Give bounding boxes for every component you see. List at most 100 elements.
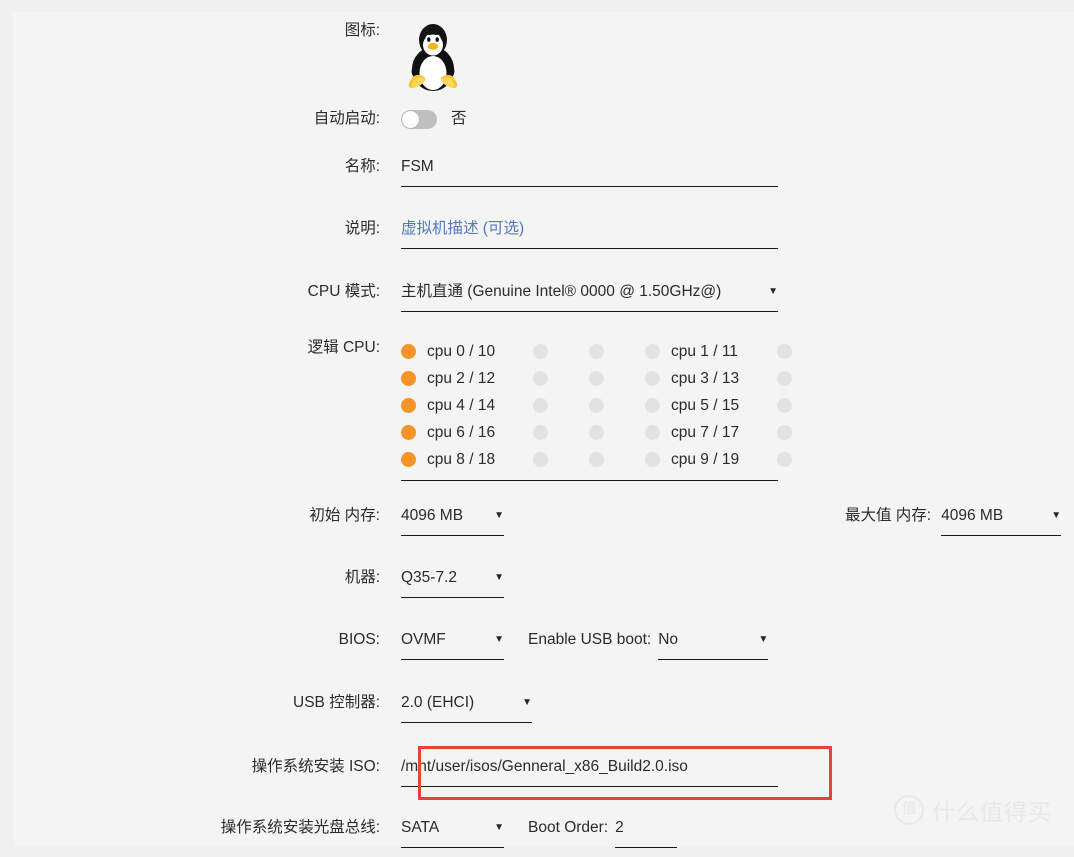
cpu-toggle-dot-icon[interactable] (777, 452, 792, 467)
logical-cpu-cell-0-b[interactable] (533, 344, 589, 359)
boot-order-field: Boot Order: 2 (528, 818, 678, 848)
cpu-toggle-dot-icon[interactable] (589, 425, 604, 440)
cpu-label: cpu 1 / 11 (671, 342, 738, 360)
cpu-toggle-dot-icon[interactable] (589, 371, 604, 386)
cpu-toggle-dot-icon[interactable] (533, 371, 548, 386)
logical-cpu-cell-0-c[interactable] (589, 344, 645, 359)
bios-select[interactable]: OVMF ▼ (401, 630, 504, 660)
cpu-label: cpu 5 / 15 (671, 396, 740, 414)
form-row-max-memory: 最大值 内存: 4096 MB ▼ (845, 506, 1062, 536)
machine-select[interactable]: Q35-7.2 ▼ (401, 568, 504, 598)
cpu-label: cpu 8 / 18 (427, 450, 496, 468)
icon-label: 图标: (344, 22, 380, 39)
max-memory-field: 4096 MB ▼ (931, 506, 1062, 536)
cpu-toggle-dot-icon[interactable] (645, 452, 660, 467)
autostart-label: 自动启动: (313, 110, 380, 127)
logical-cpu-row: cpu 4 / 14 cpu 5 / 15 (401, 392, 792, 419)
cpu-toggle-dot-icon[interactable] (401, 371, 416, 386)
description-label: 说明: (344, 220, 380, 237)
os-install-bus-value: SATA (401, 819, 440, 836)
watermark-badge-icon: 值 (894, 795, 924, 825)
logical-cpu-cell-0-d[interactable]: cpu 1 / 11 (645, 343, 777, 361)
max-memory-label: 最大值 内存: (845, 507, 932, 524)
boot-order-input[interactable]: 2 (615, 818, 678, 848)
cpu-toggle-dot-icon[interactable] (589, 452, 604, 467)
logical-cpu-cell-4-d[interactable]: cpu 9 / 19 (645, 451, 777, 469)
cpu-toggle-dot-icon[interactable] (533, 398, 548, 413)
cpu-toggle-dot-icon[interactable] (645, 425, 660, 440)
usb-controller-select[interactable]: 2.0 (EHCI) ▼ (401, 693, 532, 723)
logical-cpu-cell-4-b[interactable] (533, 452, 589, 467)
usb-controller-value: 2.0 (EHCI) (401, 694, 475, 711)
cpu-toggle-dot-icon[interactable] (645, 344, 660, 359)
initial-memory-select[interactable]: 4096 MB ▼ (401, 506, 504, 536)
cpu-label: cpu 3 / 13 (671, 369, 740, 387)
bios-field: OVMF ▼ Enable USB boot: No ▼ (390, 630, 769, 660)
icon-field[interactable] (390, 21, 465, 93)
logical-cpu-cell-4-c[interactable] (589, 452, 645, 467)
tux-linux-penguin-icon[interactable] (401, 21, 465, 93)
logical-cpu-cell-2-d[interactable]: cpu 5 / 15 (645, 397, 777, 415)
cpu-toggle-dot-icon[interactable] (589, 398, 604, 413)
cpu-toggle-dot-icon[interactable] (533, 452, 548, 467)
cpu-toggle-dot-icon[interactable] (533, 425, 548, 440)
logical-cpu-cell-1-c[interactable] (589, 371, 645, 386)
boot-order-value: 2 (615, 819, 624, 836)
name-label: 名称: (344, 158, 380, 175)
os-install-bus-select[interactable]: SATA ▼ (401, 818, 504, 848)
watermark-text: 什么值得买 (932, 799, 1052, 825)
chevron-down-icon: ▼ (522, 697, 532, 708)
max-memory-value: 4096 MB (941, 507, 1004, 524)
name-input[interactable]: FSM (401, 157, 778, 187)
logical-cpu-cell-1-a[interactable]: cpu 2 / 12 (401, 370, 533, 388)
logical-cpu-cell-1-b[interactable] (533, 371, 589, 386)
max-memory-select[interactable]: 4096 MB ▼ (941, 506, 1062, 536)
logical-cpu-cell-3-c[interactable] (589, 425, 645, 440)
cpu-toggle-dot-icon[interactable] (401, 452, 416, 467)
form-row-os-install-bus: 操作系统安装光盘总线: SATA ▼ Boot Order: 2 (13, 818, 678, 848)
logical-cpu-cell-1-d[interactable]: cpu 3 / 13 (645, 370, 777, 388)
machine-field: Q35-7.2 ▼ (390, 568, 504, 598)
logical-cpu-cell-0-e[interactable] (777, 344, 833, 359)
cpu-toggle-dot-icon[interactable] (401, 344, 416, 359)
cpu-label: cpu 7 / 17 (671, 423, 740, 441)
logical-cpu-grid: cpu 0 / 10 cpu 1 / 11 cpu 2 / 12 cpu 3 / 13… (401, 338, 792, 481)
cpu-toggle-dot-icon[interactable] (777, 398, 792, 413)
logical-cpu-cell-4-e[interactable] (777, 452, 833, 467)
autostart-toggle[interactable] (401, 110, 437, 129)
description-placeholder: 虚拟机描述 (可选) (401, 220, 525, 237)
cpu-toggle-dot-icon[interactable] (777, 425, 792, 440)
cpu-toggle-dot-icon[interactable] (777, 344, 792, 359)
cpu-toggle-dot-icon[interactable] (645, 371, 660, 386)
logical-cpu-cell-2-c[interactable] (589, 398, 645, 413)
cpu-toggle-dot-icon[interactable] (589, 344, 604, 359)
cpu-toggle-dot-icon[interactable] (533, 344, 548, 359)
description-input[interactable]: 虚拟机描述 (可选) (401, 219, 778, 249)
os-install-iso-value: /mnt/user/isos/Genneral_x86_Build2.0.iso (401, 758, 688, 775)
form-row-os-install-iso: 操作系统安装 ISO: /mnt/user/isos/Genneral_x86_… (13, 757, 778, 787)
cpu-mode-select[interactable]: 主机直通 (Genuine Intel® 0000 @ 1.50GHz@) ▼ (401, 282, 778, 312)
cpu-mode-value: 主机直通 (Genuine Intel® 0000 @ 1.50GHz@) (401, 283, 722, 300)
cpu-toggle-dot-icon[interactable] (645, 398, 660, 413)
cpu-toggle-dot-icon[interactable] (401, 398, 416, 413)
logical-cpu-cell-3-b[interactable] (533, 425, 589, 440)
logical-cpu-cell-2-b[interactable] (533, 398, 589, 413)
os-install-iso-input[interactable]: /mnt/user/isos/Genneral_x86_Build2.0.iso (401, 757, 778, 787)
cpu-toggle-dot-icon[interactable] (777, 371, 792, 386)
logical-cpu-cell-4-a[interactable]: cpu 8 / 18 (401, 451, 533, 469)
logical-cpu-cell-1-e[interactable] (777, 371, 833, 386)
logical-cpu-cell-2-a[interactable]: cpu 4 / 14 (401, 397, 533, 415)
usb-boot-select[interactable]: No ▼ (658, 630, 769, 660)
vm-settings-panel: 图标: 自动启动: 否 名称: FSM 说明: 虚拟机描述 (可选) CPU 模… (13, 12, 1074, 848)
logical-cpu-cell-3-a[interactable]: cpu 6 / 16 (401, 424, 533, 442)
cpu-toggle-dot-icon[interactable] (401, 425, 416, 440)
logical-cpu-cell-3-d[interactable]: cpu 7 / 17 (645, 424, 777, 442)
logical-cpu-cell-2-e[interactable] (777, 398, 833, 413)
description-field: 虚拟机描述 (可选) (390, 219, 778, 249)
logical-cpu-cell-3-e[interactable] (777, 425, 833, 440)
autostart-field: 否 (390, 109, 467, 129)
form-row-description: 说明: 虚拟机描述 (可选) (13, 219, 778, 249)
usb-controller-field: 2.0 (EHCI) ▼ (390, 693, 532, 723)
logical-cpu-cell-0-a[interactable]: cpu 0 / 10 (401, 343, 533, 361)
os-install-bus-label: 操作系统安装光盘总线: (220, 819, 380, 836)
